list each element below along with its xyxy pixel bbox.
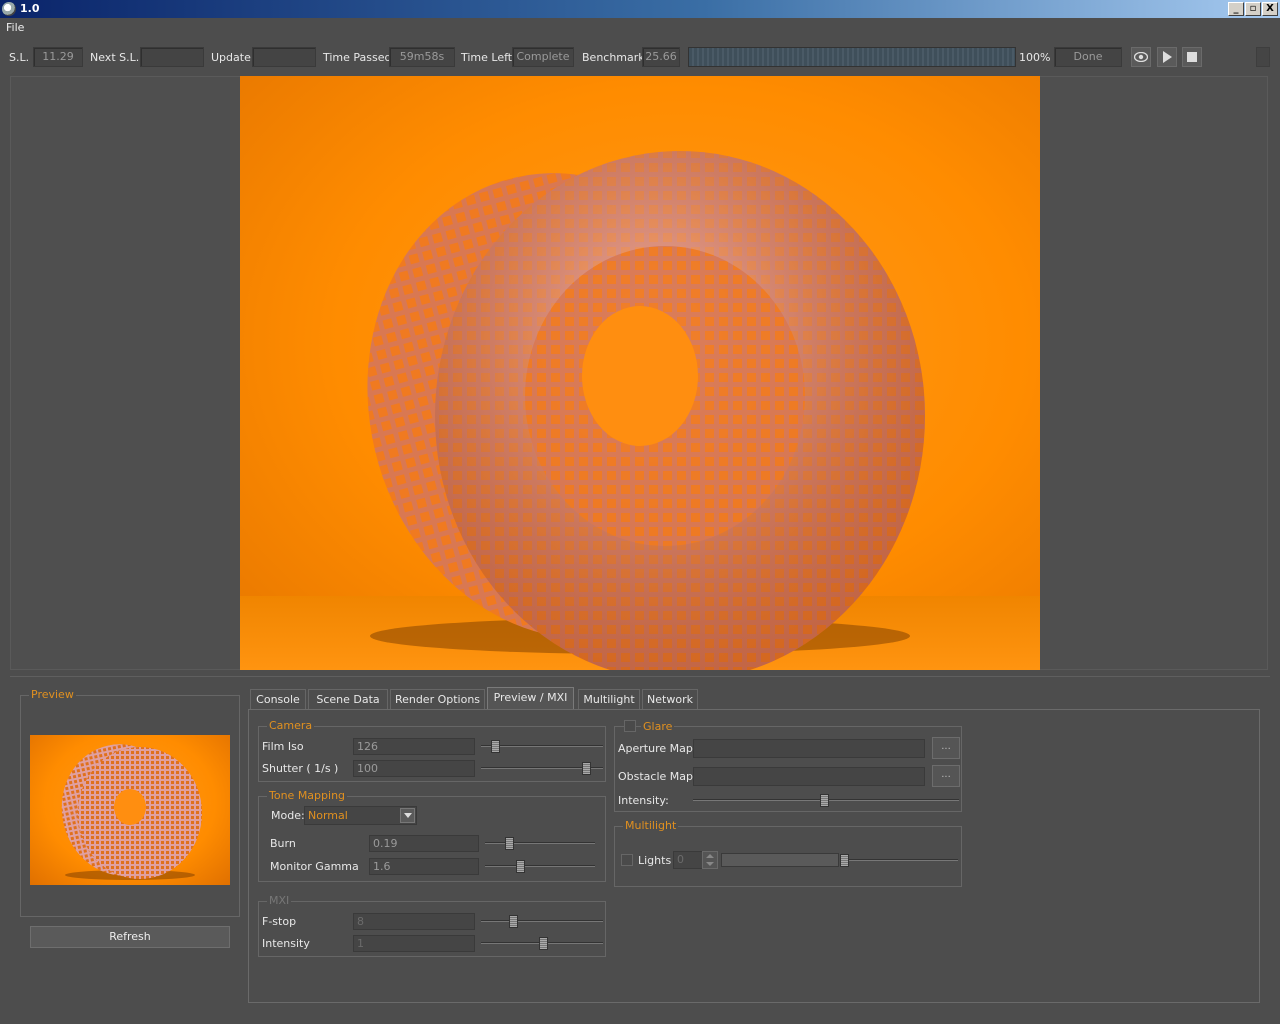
obstacle-map-input[interactable] bbox=[693, 767, 925, 786]
glare-intensity-slider-thumb[interactable] bbox=[820, 794, 829, 807]
lights-slider[interactable] bbox=[840, 854, 958, 867]
time-left-field: Complete bbox=[512, 47, 574, 67]
next-sl-field bbox=[140, 47, 204, 67]
tab-preview-mxi[interactable]: Preview / MXI bbox=[487, 687, 574, 710]
app-icon bbox=[2, 2, 16, 16]
film-iso-label: Film Iso bbox=[262, 740, 304, 753]
shutter-slider-thumb[interactable] bbox=[582, 762, 591, 775]
tone-mapping-title: Tone Mapping bbox=[267, 789, 348, 802]
preview-title: Preview bbox=[29, 688, 76, 701]
lights-spinner[interactable] bbox=[702, 851, 718, 869]
lights-input[interactable]: 0 bbox=[673, 851, 703, 869]
glare-checkbox[interactable] bbox=[624, 720, 636, 732]
lattice-torus-image bbox=[367, 151, 925, 670]
film-iso-input[interactable]: 126 bbox=[353, 738, 475, 755]
menu-bar: File bbox=[0, 18, 1280, 38]
glare-intensity-label: Intensity: bbox=[618, 794, 669, 807]
mxi-intensity-slider-thumb[interactable] bbox=[539, 937, 548, 950]
benchmark-label: Benchmark bbox=[582, 51, 645, 64]
burn-label: Burn bbox=[270, 837, 296, 850]
tab-render-options[interactable]: Render Options bbox=[390, 689, 485, 710]
glare-title: Glare bbox=[641, 720, 675, 733]
sl-label: S.L. bbox=[9, 51, 30, 64]
render-image bbox=[240, 76, 1040, 670]
aperture-map-label: Aperture Map: bbox=[618, 742, 697, 755]
mode-select-value: Normal bbox=[308, 809, 348, 822]
mxi-intensity-input[interactable]: 1 bbox=[353, 935, 475, 952]
gamma-input[interactable]: 1.6 bbox=[369, 858, 479, 875]
time-left-label: Time Left bbox=[461, 51, 513, 64]
multilight-title: Multilight bbox=[623, 819, 679, 832]
lights-slider-thumb[interactable] bbox=[840, 854, 849, 867]
film-iso-slider-thumb[interactable] bbox=[491, 740, 500, 753]
gamma-label: Monitor Gamma bbox=[270, 860, 359, 873]
shutter-input[interactable]: 100 bbox=[353, 760, 475, 777]
sl-field: 11.29 bbox=[33, 47, 83, 67]
time-passed-field: 59m58s bbox=[389, 47, 455, 67]
preview-thumbnail bbox=[30, 735, 230, 885]
aperture-map-browse-button[interactable]: ... bbox=[932, 737, 960, 759]
title-bar: 1.0 _ ▫ X bbox=[0, 0, 1280, 18]
progress-percent: 100% bbox=[1019, 51, 1051, 64]
eye-icon[interactable] bbox=[1131, 47, 1151, 67]
render-progress-bar bbox=[688, 47, 1016, 67]
lights-level-bar bbox=[721, 853, 839, 867]
close-button[interactable]: X bbox=[1262, 2, 1278, 16]
minimize-button[interactable]: _ bbox=[1228, 2, 1244, 16]
obstacle-map-browse-button[interactable]: ... bbox=[932, 765, 960, 787]
fstop-label: F-stop bbox=[262, 915, 297, 928]
benchmark-field: 25.66 bbox=[642, 47, 680, 67]
obstacle-map-label: Obstacle Map: bbox=[618, 770, 697, 783]
fstop-slider-thumb[interactable] bbox=[509, 915, 518, 928]
mxi-intensity-label: Intensity bbox=[262, 937, 310, 950]
aperture-map-input[interactable] bbox=[693, 739, 925, 758]
shutter-label: Shutter ( 1/s ) bbox=[262, 762, 339, 775]
lights-checkbox[interactable] bbox=[621, 854, 633, 866]
fstop-input[interactable]: 8 bbox=[353, 913, 475, 930]
tab-multilight[interactable]: Multilight bbox=[578, 689, 640, 710]
burn-slider-thumb[interactable] bbox=[505, 837, 514, 850]
burn-input[interactable]: 0.19 bbox=[369, 835, 479, 852]
update-field bbox=[252, 47, 316, 67]
refresh-button[interactable]: Refresh bbox=[30, 926, 230, 948]
window-title: 1.0 bbox=[20, 2, 40, 15]
time-passed-label: Time Passed bbox=[323, 51, 392, 64]
burn-slider[interactable] bbox=[485, 837, 595, 850]
mxi-title: MXI bbox=[267, 894, 292, 907]
restore-button[interactable]: ▫ bbox=[1245, 2, 1261, 16]
camera-title: Camera bbox=[267, 719, 315, 732]
stop-icon[interactable] bbox=[1182, 47, 1202, 67]
shutter-slider[interactable] bbox=[481, 762, 603, 775]
tab-scene-data[interactable]: Scene Data bbox=[308, 689, 388, 710]
spinner-up-icon[interactable] bbox=[706, 854, 714, 858]
fstop-slider[interactable] bbox=[481, 915, 603, 928]
film-iso-slider[interactable] bbox=[481, 740, 603, 753]
lights-label: Lights bbox=[638, 854, 672, 867]
update-label: Update bbox=[211, 51, 251, 64]
tab-network[interactable]: Network bbox=[642, 689, 698, 710]
play-icon[interactable] bbox=[1157, 47, 1177, 67]
mxi-intensity-slider[interactable] bbox=[481, 937, 603, 950]
menu-file[interactable]: File bbox=[6, 21, 24, 34]
status-field: Done bbox=[1054, 47, 1122, 67]
gamma-slider-thumb[interactable] bbox=[516, 860, 525, 873]
next-sl-label: Next S.L. bbox=[90, 51, 140, 64]
chevron-down-icon[interactable] bbox=[400, 808, 415, 823]
spinner-down-icon[interactable] bbox=[706, 862, 714, 866]
glare-intensity-slider[interactable] bbox=[693, 794, 959, 807]
mode-select[interactable]: Normal bbox=[304, 806, 417, 825]
gamma-slider[interactable] bbox=[485, 860, 595, 873]
panel-toggle[interactable] bbox=[1256, 47, 1270, 67]
tab-console[interactable]: Console bbox=[250, 689, 306, 710]
mode-label: Mode: bbox=[271, 809, 305, 822]
